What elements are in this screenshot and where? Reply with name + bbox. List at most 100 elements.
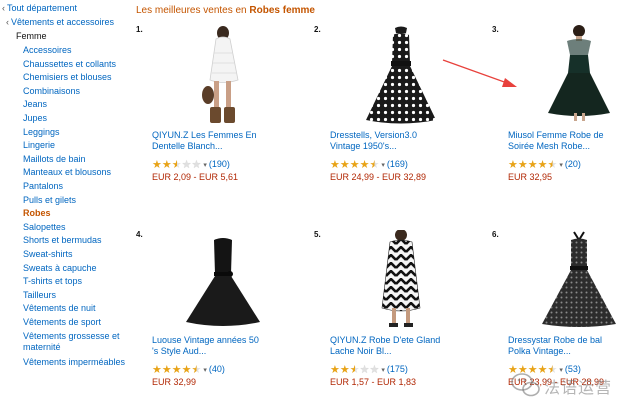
sidebar-item-salopettes[interactable]: Salopettes <box>23 222 66 233</box>
product-title-link[interactable]: Dressystar Robe de bal Polka Vintage... <box>508 335 640 357</box>
sidebar-item-chemisiers-et-blouses[interactable]: Chemisiers et blouses <box>23 72 112 83</box>
star-icon: ★ <box>369 364 380 376</box>
product-image-black-white-polka-dot-dress[interactable] <box>326 25 476 125</box>
product-rank: 2. <box>314 25 321 34</box>
sidebar-item-pantalons[interactable]: Pantalons <box>23 181 63 192</box>
product-card[interactable]: 2. Dresstells, Version3.0 Vintage 1950's.… <box>314 25 484 195</box>
product-title-link[interactable]: Miusol Femme Robe de Soirée Mesh Robe... <box>508 130 640 152</box>
product-rating[interactable]: ★★★★★ ▾ (169) <box>330 155 408 171</box>
sidebar-category[interactable]: ‹ Vêtements et accessoires <box>6 17 114 28</box>
review-count-link[interactable]: (20) <box>565 159 581 169</box>
product-price: EUR 32,95 <box>508 172 553 182</box>
sidebar-category-label: Vêtements et accessoires <box>11 17 115 27</box>
star-icon: ★ <box>152 364 162 376</box>
star-icon: ★ <box>547 159 558 171</box>
product-card[interactable]: 5. QIYUN.Z Robe D'ete Gland Lache Noir Bl… <box>314 230 484 400</box>
product-rank: 3. <box>492 25 499 34</box>
product-title-link[interactable]: Luouse Vintage années 50's Style Aud... <box>152 335 312 357</box>
product-rating[interactable]: ★★★★★ ▾ (40) <box>152 360 225 376</box>
star-icon: ★ <box>508 159 518 171</box>
product-title-line: Dresstells, Version3.0 <box>330 130 418 140</box>
star-icon: ★ <box>161 364 172 376</box>
product-rating[interactable]: ★★★★★ ▾ (175) <box>330 360 408 376</box>
star-icon: ★ <box>181 159 192 171</box>
product-price: EUR 1,57 - EUR 1,83 <box>330 377 417 387</box>
product-title-line: QIYUN.Z Les Femmes En <box>152 130 257 140</box>
sidebar-item-vetements-grossesse-et-maternite[interactable]: Vêtements grossesse et maternité <box>23 331 120 353</box>
review-count-link[interactable]: (169) <box>387 159 408 169</box>
star-icon: ★ <box>537 159 548 171</box>
star-icon: ★ <box>339 159 350 171</box>
product-rating[interactable]: ★★★★★ ▾ (20) <box>508 155 581 171</box>
star-icon: ★ <box>359 364 370 376</box>
star-icon: ★ <box>349 364 360 376</box>
star-icon: ★ <box>171 364 182 376</box>
star-icon: ★ <box>330 364 340 376</box>
product-card[interactable]: 1. QIYUN.Z Les Femmes En Dentelle Blanch.… <box>136 25 306 195</box>
sidebar-item-tailleurs[interactable]: Tailleurs <box>23 290 56 301</box>
star-icon: ★ <box>339 364 350 376</box>
chevron-down-icon[interactable]: ▾ <box>559 162 563 169</box>
sidebar-item-jeans[interactable]: Jeans <box>23 99 47 110</box>
sidebar-item-manteaux-et-blousons[interactable]: Manteaux et blousons <box>23 167 111 178</box>
product-title-line: Luouse Vintage années 50 <box>152 335 259 345</box>
product-title-link[interactable]: QIYUN.Z Robe D'ete Gland Lache Noir Bl... <box>330 335 490 357</box>
sidebar-item-leggings[interactable]: Leggings <box>23 127 60 138</box>
watermark-text: 法语运营 <box>544 380 613 397</box>
chevron-left-icon: ‹ <box>2 3 5 13</box>
sidebar-item-t-shirts-et-tops[interactable]: T-shirts et tops <box>23 276 82 287</box>
sidebar-all-departments[interactable]: ‹ Tout département <box>2 3 77 14</box>
sidebar-item-robes[interactable]: Robes <box>23 208 51 219</box>
product-title-line: Vintage 1950's... <box>330 141 397 151</box>
product-image-dark-green-mesh-dress[interactable] <box>504 25 640 125</box>
sidebar-item-sweat-shirts[interactable]: Sweat-shirts <box>23 249 73 260</box>
sidebar-item-chaussettes-et-collants[interactable]: Chaussettes et collants <box>23 59 116 70</box>
star-icon: ★ <box>191 159 202 171</box>
chevron-down-icon[interactable]: ▾ <box>203 162 207 169</box>
product-rank: 5. <box>314 230 321 239</box>
sidebar-item-vetements-de-nuit[interactable]: Vêtements de nuit <box>23 303 96 314</box>
product-image-grey-polka-dot-halter-dress[interactable] <box>504 230 640 330</box>
sidebar-item-lingerie[interactable]: Lingerie <box>23 140 55 151</box>
sidebar-item-vetements-de-sport[interactable]: Vêtements de sport <box>23 317 101 328</box>
star-icon: ★ <box>152 159 162 171</box>
star-icon: ★ <box>171 159 182 171</box>
review-count-link[interactable]: (190) <box>209 159 230 169</box>
review-count-link[interactable]: (175) <box>387 364 408 374</box>
star-icon: ★ <box>517 159 528 171</box>
product-rating[interactable]: ★★★★★ ▾ (190) <box>152 155 230 171</box>
sidebar-item-label-line: Vêtements grossesse et <box>23 330 120 341</box>
chevron-down-icon[interactable]: ▾ <box>203 367 207 374</box>
product-card[interactable]: 4. Luouse Vintage années 50's Style Aud.… <box>136 230 306 400</box>
review-count-link[interactable]: (40) <box>209 364 225 374</box>
sidebar-item-pulls-et-gilets[interactable]: Pulls et gilets <box>23 195 76 206</box>
product-image-black-sleeveless-dress[interactable] <box>148 230 298 330</box>
star-icon: ★ <box>369 159 380 171</box>
chevron-down-icon[interactable]: ▾ <box>381 162 385 169</box>
product-title-line: Polka Vintage... <box>508 346 571 356</box>
sidebar-item-shorts-et-bermudas[interactable]: Shorts et bermudas <box>23 235 102 246</box>
product-price: EUR 24,99 - EUR 32,89 <box>330 172 427 182</box>
sidebar-item-sweats-a-capuche[interactable]: Sweats à capuche <box>23 263 97 274</box>
product-title-line: QIYUN.Z Robe D'ete Gland <box>330 335 441 345</box>
chevron-down-icon[interactable]: ▾ <box>381 367 385 374</box>
category-sidebar: ‹ Tout département ‹ Vêtements et accessoi… <box>0 0 128 420</box>
sidebar-item-jupes[interactable]: Jupes <box>23 113 47 124</box>
product-title-link[interactable]: QIYUN.Z Les Femmes En Dentelle Blanch... <box>152 130 312 152</box>
wechat-icon <box>511 373 540 397</box>
product-title-line: Dentelle Blanch... <box>152 141 223 151</box>
chevron-left-icon: ‹ <box>6 17 9 27</box>
product-card[interactable]: 3. Miusol Femme Robe de Soirée Mesh Robe.… <box>492 25 640 195</box>
sidebar-item-combinaisons[interactable]: Combinaisons <box>23 86 80 97</box>
product-title-line: Lache Noir Bl... <box>330 346 392 356</box>
product-image-white-lace-dress[interactable] <box>148 25 298 125</box>
sidebar-item-vetements-impermeables[interactable]: Vêtements imperméables <box>23 357 125 368</box>
product-title-link[interactable]: Dresstells, Version3.0 Vintage 1950's... <box>330 130 490 152</box>
sidebar-item-accessoires[interactable]: Accessoires <box>23 45 72 56</box>
star-icon: ★ <box>191 364 202 376</box>
star-icon: ★ <box>527 159 538 171</box>
product-image-black-white-zigzag-dress[interactable] <box>326 230 476 330</box>
product-title-line: 's Style Aud... <box>152 346 207 356</box>
sidebar-item-maillots-de-bain[interactable]: Maillots de bain <box>23 154 86 165</box>
watermark: 法语运营 <box>510 370 630 404</box>
